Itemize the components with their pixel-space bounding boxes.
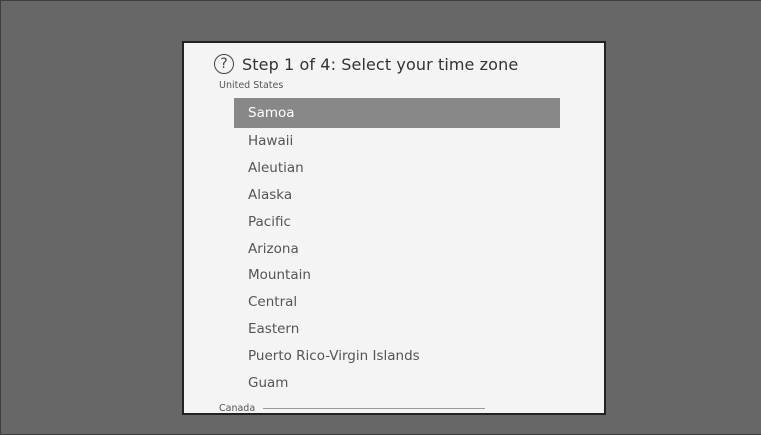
timezone-item-aleutian[interactable]: Aleutian [234,155,560,182]
timezone-item-guam[interactable]: Guam [234,370,560,397]
section-divider-canada: Canada [219,403,486,414]
timezone-item-alaska[interactable]: Alaska [234,182,560,209]
timezone-item-eastern[interactable]: Eastern [234,316,560,343]
timezone-item-central[interactable]: Central [234,289,560,316]
section-label-united-states: United States [219,80,284,91]
timezone-dialog: ? Step 1 of 4: Select your time zone Uni… [182,41,606,415]
section-label-canada: Canada [219,403,256,414]
dialog-title: Step 1 of 4: Select your time zone [242,54,519,74]
section-divider-line [263,408,486,409]
timezone-item-mountain[interactable]: Mountain [234,262,560,289]
timezone-item-pacific[interactable]: Pacific [234,209,560,236]
timezone-item-hawaii[interactable]: Hawaii [234,128,560,155]
tv-screen: ? Step 1 of 4: Select your time zone Uni… [0,0,761,435]
timezone-item-samoa[interactable]: Samoa [234,98,560,128]
timezone-item-arizona[interactable]: Arizona [234,236,560,263]
timezone-list: Samoa Hawaii Aleutian Alaska Pacific Ari… [234,98,560,397]
dialog-header: ? Step 1 of 4: Select your time zone [214,51,518,77]
help-icon[interactable]: ? [214,54,234,74]
timezone-item-puerto-rico-virgin-islands[interactable]: Puerto Rico-Virgin Islands [234,343,560,370]
